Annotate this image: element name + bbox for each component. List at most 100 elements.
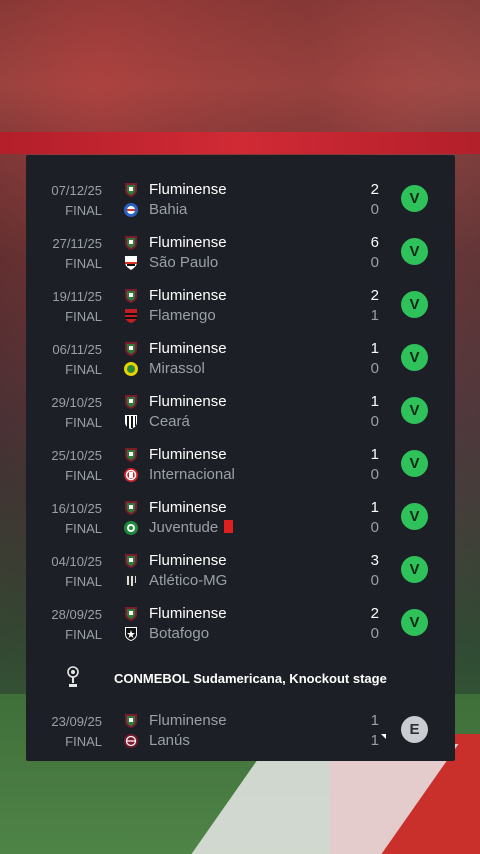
lanus-crest-icon [124, 734, 138, 748]
home-team: Fluminense [149, 712, 227, 729]
match-row[interactable]: 27/11/25 FINAL Fluminense São Paulo 6 0 … [26, 225, 455, 278]
home-score: 2 [370, 605, 379, 622]
flamengo-crest-icon [125, 309, 137, 323]
home-team: Fluminense [149, 446, 227, 463]
match-status: FINAL [65, 415, 102, 430]
ceara-crest-icon [125, 415, 137, 429]
sao-paulo-crest-icon [125, 256, 137, 270]
home-score: 1 [370, 712, 379, 729]
match-status: FINAL [65, 203, 102, 218]
fluminense-crest-icon [125, 501, 137, 515]
home-team: Fluminense [149, 287, 227, 304]
away-score: 0 [370, 254, 379, 271]
home-team: Fluminense [149, 552, 227, 569]
home-score: 1 [370, 393, 379, 410]
away-team: Botafogo [149, 625, 210, 642]
away-team: Lanús [149, 732, 190, 749]
away-team: Mirassol [149, 360, 205, 377]
match-date: 29/10/25 [51, 395, 102, 410]
home-score: 3 [370, 552, 379, 569]
away-score: 0 [370, 572, 379, 589]
match-date: 23/09/25 [51, 714, 102, 729]
match-status: FINAL [65, 734, 102, 749]
fluminense-crest-icon [125, 236, 137, 250]
match-date: 06/11/25 [52, 342, 102, 357]
away-score: 0 [370, 466, 379, 483]
match-date: 07/12/25 [51, 183, 102, 198]
atletico-mg-crest-icon [125, 574, 137, 588]
fluminense-crest-icon [125, 183, 137, 197]
results-panel: 07/12/25 FINAL Fluminense Bahia 2 0 V 27… [26, 155, 455, 761]
away-team: Internacional [149, 466, 235, 483]
competition-header[interactable]: CONMEBOL Sudamericana, Knockout stage [26, 663, 455, 693]
result-badge: V [401, 185, 428, 212]
home-team: Fluminense [149, 499, 227, 516]
result-badge: V [401, 556, 428, 583]
away-team: Flamengo [149, 307, 216, 324]
fluminense-crest-icon [125, 395, 137, 409]
match-status: FINAL [65, 521, 102, 536]
away-team: Ceará [149, 413, 190, 430]
result-badge: V [401, 450, 428, 477]
competition-name: CONMEBOL Sudamericana, Knockout stage [114, 671, 387, 686]
botafogo-crest-icon [125, 627, 137, 641]
fluminense-crest-icon [125, 448, 137, 462]
fluminense-crest-icon [125, 289, 137, 303]
trophy-icon [67, 666, 79, 687]
result-badge: V [401, 609, 428, 636]
match-row[interactable]: 16/10/25 FINAL Fluminense Juventude 1 0 … [26, 490, 455, 543]
match-row[interactable]: 06/11/25 FINAL Fluminense Mirassol 1 0 V [26, 331, 455, 384]
match-row[interactable]: 07/12/25 FINAL Fluminense Bahia 2 0 V [26, 172, 455, 225]
home-team: Fluminense [149, 234, 227, 251]
result-badge: V [401, 238, 428, 265]
match-row[interactable]: 29/10/25 FINAL Fluminense Ceará 1 0 V [26, 384, 455, 437]
result-badge: V [401, 503, 428, 530]
match-row[interactable]: 28/09/25 FINAL Fluminense Botafogo 2 0 V [26, 596, 455, 649]
fluminense-crest-icon [125, 714, 137, 728]
stadium-banner [0, 132, 480, 154]
home-score: 6 [370, 234, 379, 251]
match-date: 04/10/25 [51, 554, 102, 569]
away-score: 0 [370, 360, 379, 377]
result-badge: V [401, 291, 428, 318]
mirassol-crest-icon [124, 362, 138, 376]
red-card-icon [224, 520, 234, 533]
home-team: Fluminense [149, 181, 227, 198]
juventude-crest-icon [124, 521, 138, 535]
away-team: Atlético-MG [149, 572, 228, 589]
away-score: 1 [370, 307, 379, 324]
match-date: 28/09/25 [51, 607, 102, 622]
away-score: 1 [370, 732, 379, 749]
home-team: Fluminense [149, 393, 227, 410]
match-status: FINAL [65, 574, 102, 589]
away-team: Bahia [149, 201, 188, 218]
bahia-crest-icon [124, 203, 138, 217]
match-status: FINAL [65, 468, 102, 483]
away-team: Juventude [149, 519, 234, 536]
away-team-name: Juventude [149, 519, 219, 536]
match-row[interactable]: 25/10/25 FINAL Fluminense Internacional … [26, 437, 455, 490]
internacional-crest-icon [124, 468, 138, 482]
home-score: 2 [370, 181, 379, 198]
home-team: Fluminense [149, 340, 227, 357]
match-row[interactable]: 04/10/25 FINAL Fluminense Atlético-MG 3 … [26, 543, 455, 596]
match-row[interactable]: 19/11/25 FINAL Fluminense Flamengo 2 1 V [26, 278, 455, 331]
match-status: FINAL [65, 362, 102, 377]
home-score: 1 [370, 446, 379, 463]
match-date: 27/11/25 [52, 236, 102, 251]
match-status: FINAL [65, 309, 102, 324]
match-row[interactable]: 23/09/25 FINAL Fluminense Lanús 1 1 E [26, 703, 455, 756]
home-team: Fluminense [149, 605, 227, 622]
fluminense-crest-icon [125, 342, 137, 356]
match-date: 25/10/25 [51, 448, 102, 463]
fluminense-crest-icon [125, 554, 137, 568]
home-score: 1 [370, 499, 379, 516]
penalty-indicator-icon [381, 734, 386, 739]
away-score: 0 [370, 519, 379, 536]
result-badge: V [401, 344, 428, 371]
away-score: 0 [370, 625, 379, 642]
match-date: 19/11/25 [52, 289, 102, 304]
match-date: 16/10/25 [51, 501, 102, 516]
fluminense-crest-icon [125, 607, 137, 621]
home-score: 1 [370, 340, 379, 357]
